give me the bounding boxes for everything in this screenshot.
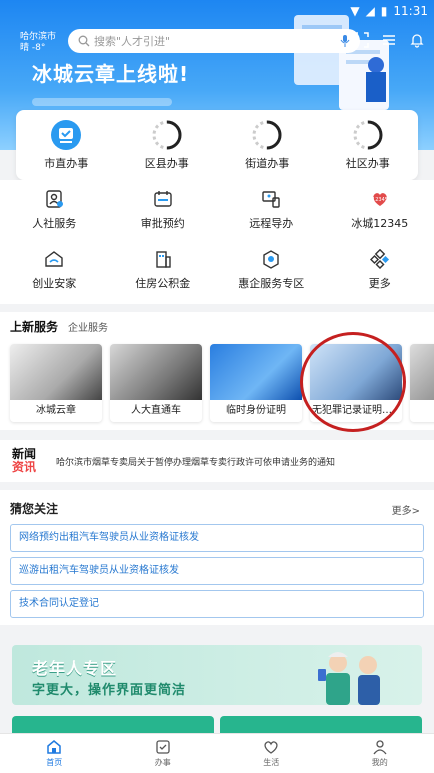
banner-slogan: 冰城云章上线啦! bbox=[32, 62, 190, 86]
search-icon bbox=[78, 35, 90, 47]
tab-life[interactable]: 生活 bbox=[217, 734, 326, 773]
banner-illustration bbox=[294, 15, 389, 110]
user-icon bbox=[373, 740, 387, 755]
service-label: 区县办事 bbox=[144, 157, 189, 170]
list-item[interactable]: 技术合同认定登记 bbox=[10, 590, 424, 618]
wifi-icon: ▼ bbox=[350, 4, 360, 18]
grid-label: 远程导办 bbox=[249, 217, 294, 230]
tab-home[interactable]: 首页 bbox=[0, 734, 109, 773]
building-icon bbox=[156, 251, 171, 268]
card-label: 临时身份证明 bbox=[226, 405, 286, 416]
grid-item-hr[interactable]: 人社服务 bbox=[0, 180, 109, 240]
tab-label: 办事 bbox=[154, 758, 171, 767]
enterprise-icon bbox=[263, 250, 279, 269]
service-label: 社区办事 bbox=[345, 157, 390, 170]
grid-label: 冰城12345 bbox=[351, 217, 409, 230]
tab-label: 首页 bbox=[46, 758, 63, 767]
card-image bbox=[110, 344, 202, 400]
service-grid: 人社服务 审批预约 远程导办 12345 冰城12345 创业安家 住房公积金 … bbox=[0, 180, 434, 304]
status-time: 11:31 bbox=[393, 4, 428, 18]
service-community[interactable]: 社区办事 bbox=[318, 110, 419, 180]
bottom-nav: 首页 办事 生活 我的 bbox=[0, 733, 434, 773]
grid-label: 审批预约 bbox=[140, 217, 185, 230]
service-card-temp-id[interactable]: 临时身份证明 bbox=[210, 344, 302, 422]
search-input[interactable]: 搜索"人才引进" bbox=[68, 29, 360, 53]
service-card-cloud-seal[interactable]: 冰城云章 bbox=[10, 344, 102, 422]
service-label: 市直办事 bbox=[44, 157, 89, 170]
tab-enterprise-services[interactable]: 企业服务 bbox=[68, 319, 108, 334]
section-title: 猜您关注 bbox=[10, 502, 59, 516]
service-card-npc[interactable]: 人大直通车 bbox=[110, 344, 202, 422]
government-icon bbox=[51, 120, 82, 150]
card-label: 冰城云章 bbox=[36, 405, 76, 416]
elderly-zone-banner[interactable]: 老年人专区 字更大，操作界面更简洁 bbox=[12, 645, 422, 705]
grid-item-housing-fund[interactable]: 住房公积金 bbox=[109, 240, 218, 300]
home-icon bbox=[47, 740, 61, 754]
battery-icon: ▮ bbox=[380, 4, 388, 18]
card-image bbox=[10, 344, 102, 400]
elderly-illustration bbox=[318, 652, 380, 705]
tab-services[interactable]: 办事 bbox=[109, 734, 218, 773]
calendar-icon bbox=[154, 191, 172, 207]
grid-item-more[interactable]: 更多 bbox=[326, 240, 434, 300]
svg-text:12345: 12345 bbox=[372, 197, 388, 203]
person-card-icon bbox=[46, 190, 64, 208]
card-image bbox=[410, 344, 434, 400]
service-county[interactable]: 区县办事 bbox=[117, 110, 218, 180]
list-item[interactable]: 网络预约出租汽车驾驶员从业资格证核发 bbox=[10, 524, 424, 552]
tab-new-services[interactable]: 上新服务 bbox=[10, 318, 58, 335]
service-card-partial[interactable] bbox=[410, 344, 434, 422]
scan-icon[interactable] bbox=[352, 31, 370, 49]
news-headline[interactable]: 哈尔滨市烟草专卖局关于暂停办理烟草专卖行政许可依申请业务的通知 bbox=[56, 455, 335, 468]
weather-label: 晴 -8° bbox=[20, 43, 46, 53]
more-icon bbox=[369, 249, 389, 269]
tab-mine[interactable]: 我的 bbox=[326, 734, 434, 773]
highlight-circle bbox=[300, 332, 406, 432]
card-label: 人大直通车 bbox=[131, 405, 181, 416]
more-link[interactable]: 更多> bbox=[392, 502, 420, 517]
grid-label: 创业安家 bbox=[32, 277, 77, 290]
loading-icon bbox=[252, 120, 282, 150]
list-item[interactable]: 巡游出租汽车驾驶员从业资格证核发 bbox=[10, 557, 424, 585]
banner-decoration bbox=[32, 98, 172, 106]
guess-section: 猜您关注 更多> 网络预约出租汽车驾驶员从业资格证核发 巡游出租汽车驾驶员从业资… bbox=[0, 490, 434, 625]
grid-label: 住房公积金 bbox=[135, 277, 191, 290]
service-label: 街道办事 bbox=[245, 157, 290, 170]
tab-label: 生活 bbox=[263, 758, 280, 767]
service-street[interactable]: 街道办事 bbox=[217, 110, 318, 180]
card-image bbox=[210, 344, 302, 400]
top-services-card: 市直办事 区县办事 街道办事 社区办事 bbox=[16, 110, 418, 180]
grid-item-hotline[interactable]: 12345 冰城12345 bbox=[326, 180, 434, 240]
elderly-title: 老年人专区 bbox=[32, 659, 118, 678]
signal-icon: ◢ bbox=[365, 4, 375, 18]
menu-icon[interactable] bbox=[380, 31, 398, 49]
remote-icon bbox=[262, 191, 280, 208]
service-city[interactable]: 市直办事 bbox=[16, 110, 117, 180]
grid-item-enterprise[interactable]: 惠企服务专区 bbox=[217, 240, 326, 300]
city-weather[interactable]: 哈尔滨市 晴 -8° bbox=[20, 32, 56, 54]
news-logo-line2: 资讯 bbox=[12, 460, 37, 474]
grid-label: 人社服务 bbox=[32, 217, 77, 230]
status-bar: ▼ ◢ ▮ 11:31 bbox=[0, 0, 434, 22]
grid-item-appointment[interactable]: 审批预约 bbox=[109, 180, 218, 240]
loading-icon bbox=[152, 120, 182, 150]
grid-item-startup[interactable]: 创业安家 bbox=[0, 240, 109, 300]
microphone-icon[interactable] bbox=[340, 35, 350, 47]
checkbox-icon bbox=[156, 740, 170, 754]
grid-label: 更多 bbox=[368, 277, 391, 290]
grid-item-remote[interactable]: 远程导办 bbox=[217, 180, 326, 240]
bell-icon[interactable] bbox=[408, 31, 426, 49]
city-label: 哈尔滨市 bbox=[20, 32, 57, 42]
news-logo: 新闻 资讯 bbox=[12, 448, 46, 474]
home-icon bbox=[45, 251, 63, 267]
elderly-subtitle: 字更大，操作界面更简洁 bbox=[32, 683, 187, 698]
news-bar[interactable]: 新闻 资讯 哈尔滨市烟草专卖局关于暂停办理烟草专卖行政许可依申请业务的通知 bbox=[0, 440, 434, 482]
loading-icon bbox=[353, 120, 383, 150]
grid-label: 惠企服务专区 bbox=[238, 277, 305, 290]
heart-icon bbox=[264, 741, 278, 754]
tab-label: 我的 bbox=[371, 758, 388, 767]
hotline-icon: 12345 bbox=[372, 193, 388, 206]
card-label bbox=[410, 400, 434, 422]
search-placeholder: 搜索"人才引进" bbox=[94, 35, 171, 48]
